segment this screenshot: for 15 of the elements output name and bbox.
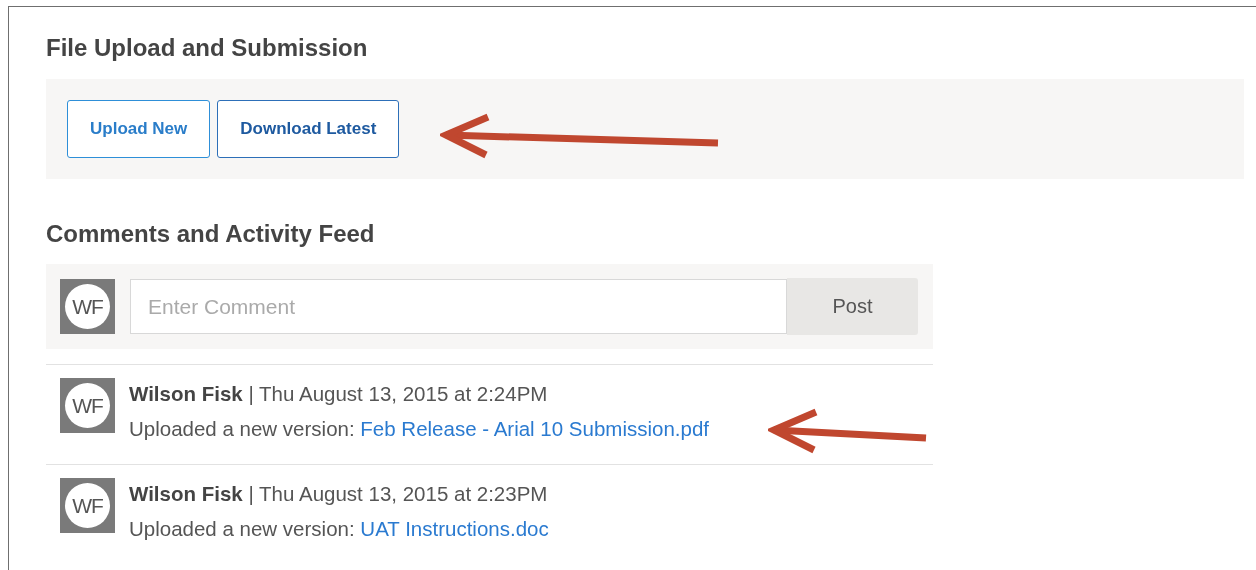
comment-field[interactable]: Enter Comment [130, 279, 787, 334]
activity-text: Uploaded a new version: Feb Release - Arial 10 Submission.pdf [129, 417, 710, 441]
section-title: Comments and Activity Feed [46, 219, 376, 249]
avatar: WF [60, 478, 115, 533]
upload-button[interactable]: Upload New [67, 100, 211, 158]
avatar: WF [60, 378, 115, 433]
activity-header: Wilson Fisk | Thu August 13, 2015 at 2:23PM [129, 482, 549, 506]
avatar: WF [60, 279, 115, 334]
activity-header: Wilson Fisk | Thu August 13, 2015 at 2:24PM [129, 382, 549, 406]
file-link[interactable]: UAT Instructions.doc [360, 517, 549, 540]
section-title: File Upload and Submission [46, 33, 369, 63]
download-button[interactable]: Download Latest [217, 100, 400, 158]
activity-text: Uploaded a new version: UAT Instructions.doc [129, 517, 549, 541]
post-button[interactable]: Post [787, 278, 918, 335]
file-link[interactable]: Feb Release - Arial 10 Submission.pdf [360, 417, 710, 440]
